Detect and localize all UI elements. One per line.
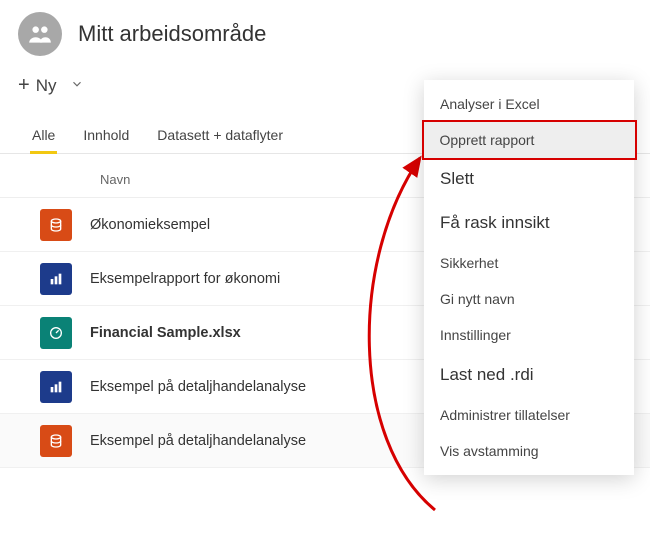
plus-icon: + xyxy=(18,74,30,97)
new-button-label: Ny xyxy=(36,76,57,96)
dataset-icon xyxy=(40,425,72,457)
item-name: Eksempel på detaljhandelanalyse xyxy=(90,433,441,449)
menu-rename[interactable]: Gi nytt navn xyxy=(424,281,634,317)
menu-delete[interactable]: Slett xyxy=(424,157,634,201)
report-icon xyxy=(40,263,72,295)
workbook-icon xyxy=(40,317,72,349)
menu-view-lineage[interactable]: Vis avstamming xyxy=(424,433,634,469)
chevron-down-icon xyxy=(70,77,84,94)
menu-download-rdi[interactable]: Last ned .rdi xyxy=(424,353,634,397)
workspace-avatar xyxy=(18,12,62,56)
workspace-header: Mitt arbeidsområde xyxy=(0,0,650,68)
workspace-title: Mitt arbeidsområde xyxy=(78,21,266,47)
report-icon xyxy=(40,371,72,403)
context-menu: Analyser i Excel Opprett rapport Slett F… xyxy=(424,80,634,475)
tab-datasets[interactable]: Datasett + dataflyter xyxy=(155,121,285,153)
menu-analyze-excel[interactable]: Analyser i Excel xyxy=(424,86,634,122)
people-icon xyxy=(27,21,53,47)
tab-content[interactable]: Innhold xyxy=(81,121,131,153)
menu-create-report[interactable]: Opprett rapport xyxy=(422,120,637,160)
menu-settings[interactable]: Innstillinger xyxy=(424,317,634,353)
menu-quick-insights[interactable]: Få rask innsikt xyxy=(424,201,634,245)
dataset-icon xyxy=(40,209,72,241)
menu-manage-permissions[interactable]: Administrer tillatelser xyxy=(424,397,634,433)
tab-all[interactable]: Alle xyxy=(30,121,57,153)
new-button[interactable]: + Ny xyxy=(18,74,84,97)
menu-security[interactable]: Sikkerhet xyxy=(424,245,634,281)
